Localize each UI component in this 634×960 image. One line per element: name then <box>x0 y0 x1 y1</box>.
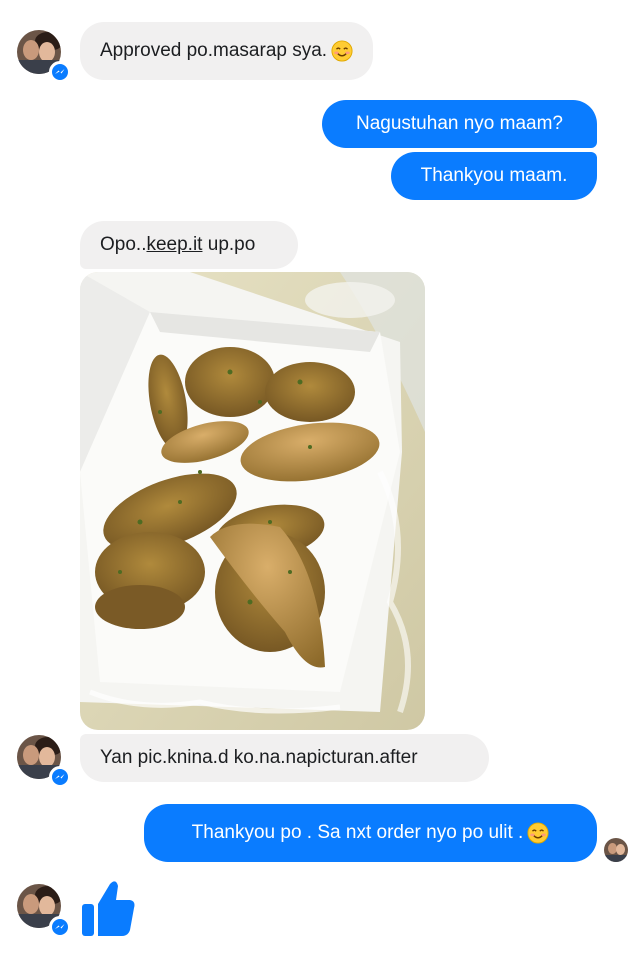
outgoing-message: Nagustuhan nyo maam? <box>322 100 597 148</box>
seen-avatar <box>604 838 628 862</box>
message-text: Thankyou po . Sa nxt order nyo po ulit . <box>191 822 524 843</box>
message-text: Yan pic.knina.d ko.na.napicturan.after <box>100 747 418 768</box>
message-text-end: up.po <box>202 234 256 255</box>
fried-chicken-photo <box>80 272 425 730</box>
smiling-face-icon <box>331 40 353 62</box>
incoming-message: Approved po.masarap sya. <box>80 22 374 80</box>
incoming-message: Yan pic.knina.d ko.na.napicturan.after <box>80 734 489 782</box>
smiling-face-icon <box>527 822 549 844</box>
outgoing-message: Thankyou po . Sa nxt order nyo po ulit . <box>144 804 597 862</box>
message-link[interactable]: keep.it <box>146 233 202 257</box>
messenger-badge-icon <box>49 766 71 788</box>
message-text: Thankyou maam. <box>420 165 568 186</box>
message-text: Nagustuhan nyo maam? <box>355 113 563 134</box>
messenger-badge-icon <box>49 61 71 83</box>
photo-attachment[interactable] <box>80 272 425 730</box>
message-text-start: Opo.. <box>100 234 147 255</box>
outgoing-message: Thankyou maam. <box>391 152 597 200</box>
thumbs-up-icon <box>82 881 135 936</box>
incoming-message: Opo.. keep.it up.po <box>80 221 298 269</box>
message-text: Approved po.masarap sya. <box>100 40 328 61</box>
messenger-badge-icon <box>49 916 71 938</box>
